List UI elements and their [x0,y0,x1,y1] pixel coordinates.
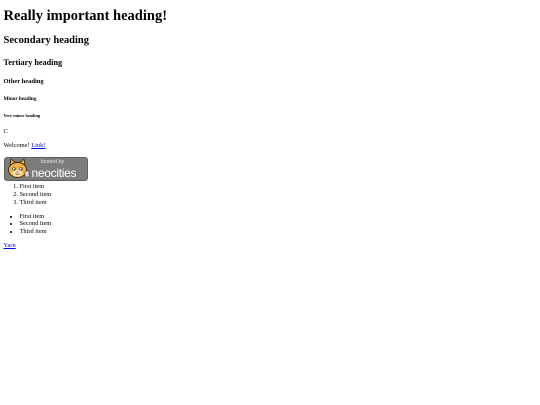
yarn-link[interactable]: Yarn [4,242,16,249]
main-heading: Really important heading! [3,8,168,24]
ordered-list: First item Second item Third item [4,183,537,206]
unordered-list-item: Third item [20,228,537,236]
cat-face-svg [7,159,29,179]
ordered-list-item: Second item [20,191,537,199]
tertiary-heading: Tertiary heading [3,57,63,67]
welcome-paragraph: Welcome! Link! [4,142,537,150]
ordered-list-item: Third item [20,199,537,207]
unordered-list-item: Second item [20,220,537,228]
very-minor-heading: Very minor heading [3,112,41,118]
welcome-link[interactable]: Link! [31,142,45,149]
welcome-text: Welcome! [3,142,32,150]
secondary-heading: Secondary heading [3,35,89,47]
unordered-list-item: First item [20,213,537,221]
minor-heading: Minor heading [3,95,37,102]
single-letter-paragraph: C [3,128,8,136]
hosted-by-neocities-badge[interactable]: hosted by neocities [3,157,88,182]
badge-neocities-text: neocities [31,165,77,180]
other-heading: Other heading [3,77,44,85]
badge-text: hosted by neocities [32,160,77,179]
footer-paragraph: Yarn [4,242,537,250]
page-content: Really important heading! Secondary head… [0,0,540,259]
unordered-list: First item Second item Third item [4,213,537,236]
neocities-cat-icon [5,158,31,180]
badge-hosted-by-text: hosted by [40,159,65,166]
ordered-list-item: First item [20,183,537,191]
